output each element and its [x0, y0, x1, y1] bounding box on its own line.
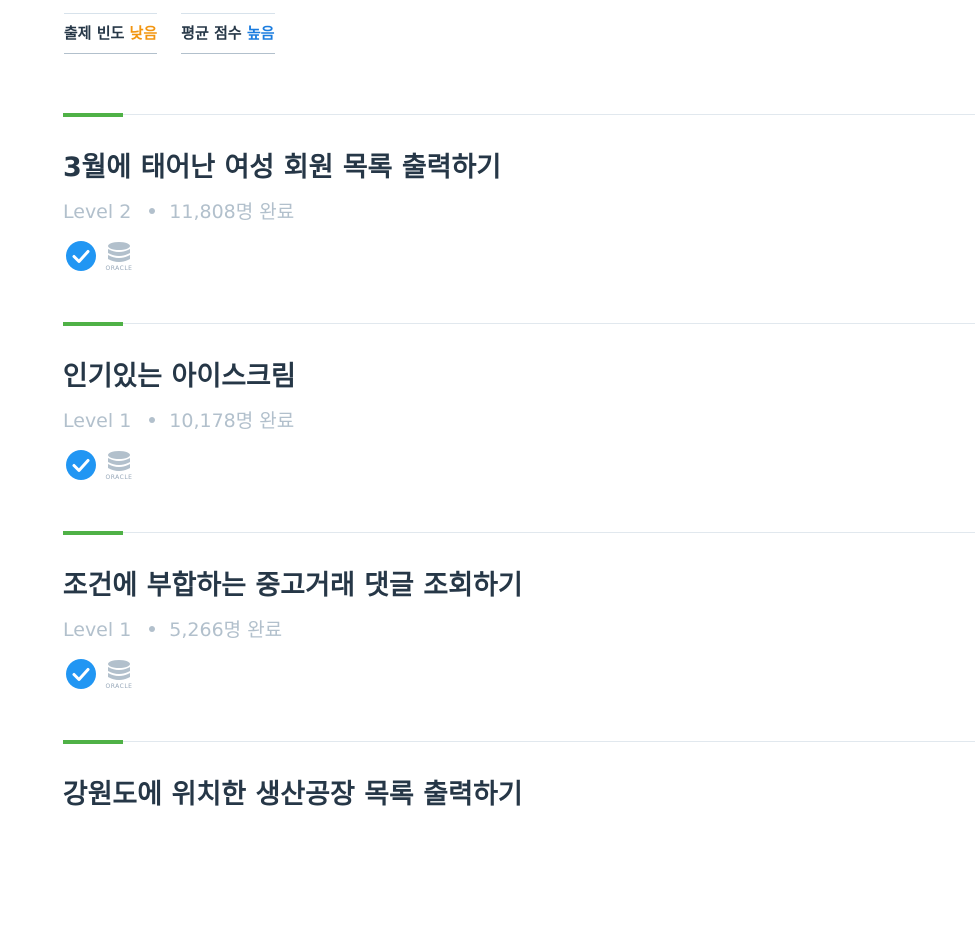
oracle-db-icon: ORACLE — [100, 450, 138, 482]
oracle-db-label: ORACLE — [105, 683, 133, 690]
filter-score-tag[interactable]: 평균 점수 높음 — [181, 13, 275, 54]
problem-title[interactable]: 3월에 태어난 여성 회원 목록 출력하기 — [63, 145, 501, 184]
problem-meta: Level 2 11,808명 완료 — [63, 197, 294, 224]
separator-dot — [149, 416, 156, 423]
problem-accent-bar — [63, 531, 123, 535]
problem-level: Level 1 — [63, 619, 132, 641]
filter-frequency-value: 낮음 — [129, 24, 158, 42]
solved-check-icon — [66, 659, 96, 689]
problem-icons: ORACLE — [66, 241, 138, 273]
problem-item[interactable]: 인기있는 아이스크림 Level 1 10,178명 완료 ORACLE — [63, 322, 975, 532]
filter-score-label: 평균 점수 — [181, 24, 242, 42]
problem-icons: ORACLE — [66, 659, 138, 691]
oracle-db-icon: ORACLE — [100, 241, 138, 273]
filter-score-value: 높음 — [246, 24, 275, 42]
problem-title[interactable]: 강원도에 위치한 생산공장 목록 출력하기 — [63, 772, 523, 811]
problem-completed-count: 11,808명 완료 — [169, 201, 295, 223]
filter-tags: 출제 빈도 낮음 평균 점수 높음 — [64, 13, 275, 54]
problem-completed-count: 10,178명 완료 — [169, 410, 295, 432]
problem-level: Level 1 — [63, 410, 132, 432]
oracle-db-icon: ORACLE — [100, 659, 138, 691]
problem-title[interactable]: 인기있는 아이스크림 — [63, 354, 296, 393]
solved-check-icon — [66, 450, 96, 480]
problem-item[interactable]: 조건에 부합하는 중고거래 댓글 조회하기 Level 1 5,266명 완료 O… — [63, 531, 975, 741]
problem-meta: Level 1 5,266명 완료 — [63, 615, 282, 642]
problem-list: 3월에 태어난 여성 회원 목록 출력하기 Level 2 11,808명 완료 … — [63, 113, 975, 950]
problem-accent-bar — [63, 322, 123, 326]
problem-accent-bar — [63, 740, 123, 744]
problem-level: Level 2 — [63, 201, 132, 223]
filter-frequency-label: 출제 빈도 — [64, 24, 125, 42]
problem-item[interactable]: 3월에 태어난 여성 회원 목록 출력하기 Level 2 11,808명 완료 … — [63, 113, 975, 323]
problem-title[interactable]: 조건에 부합하는 중고거래 댓글 조회하기 — [63, 563, 523, 602]
problem-item[interactable]: 강원도에 위치한 생산공장 목록 출력하기 — [63, 740, 975, 950]
solved-check-icon — [66, 241, 96, 271]
separator-dot — [149, 625, 156, 632]
oracle-db-label: ORACLE — [105, 265, 133, 272]
problem-accent-bar — [63, 113, 123, 117]
problem-meta: Level 1 10,178명 완료 — [63, 406, 294, 433]
problem-completed-count: 5,266명 완료 — [169, 619, 283, 641]
oracle-db-label: ORACLE — [105, 474, 133, 481]
separator-dot — [149, 207, 156, 214]
filter-frequency-tag[interactable]: 출제 빈도 낮음 — [64, 13, 158, 54]
problem-icons: ORACLE — [66, 450, 138, 482]
